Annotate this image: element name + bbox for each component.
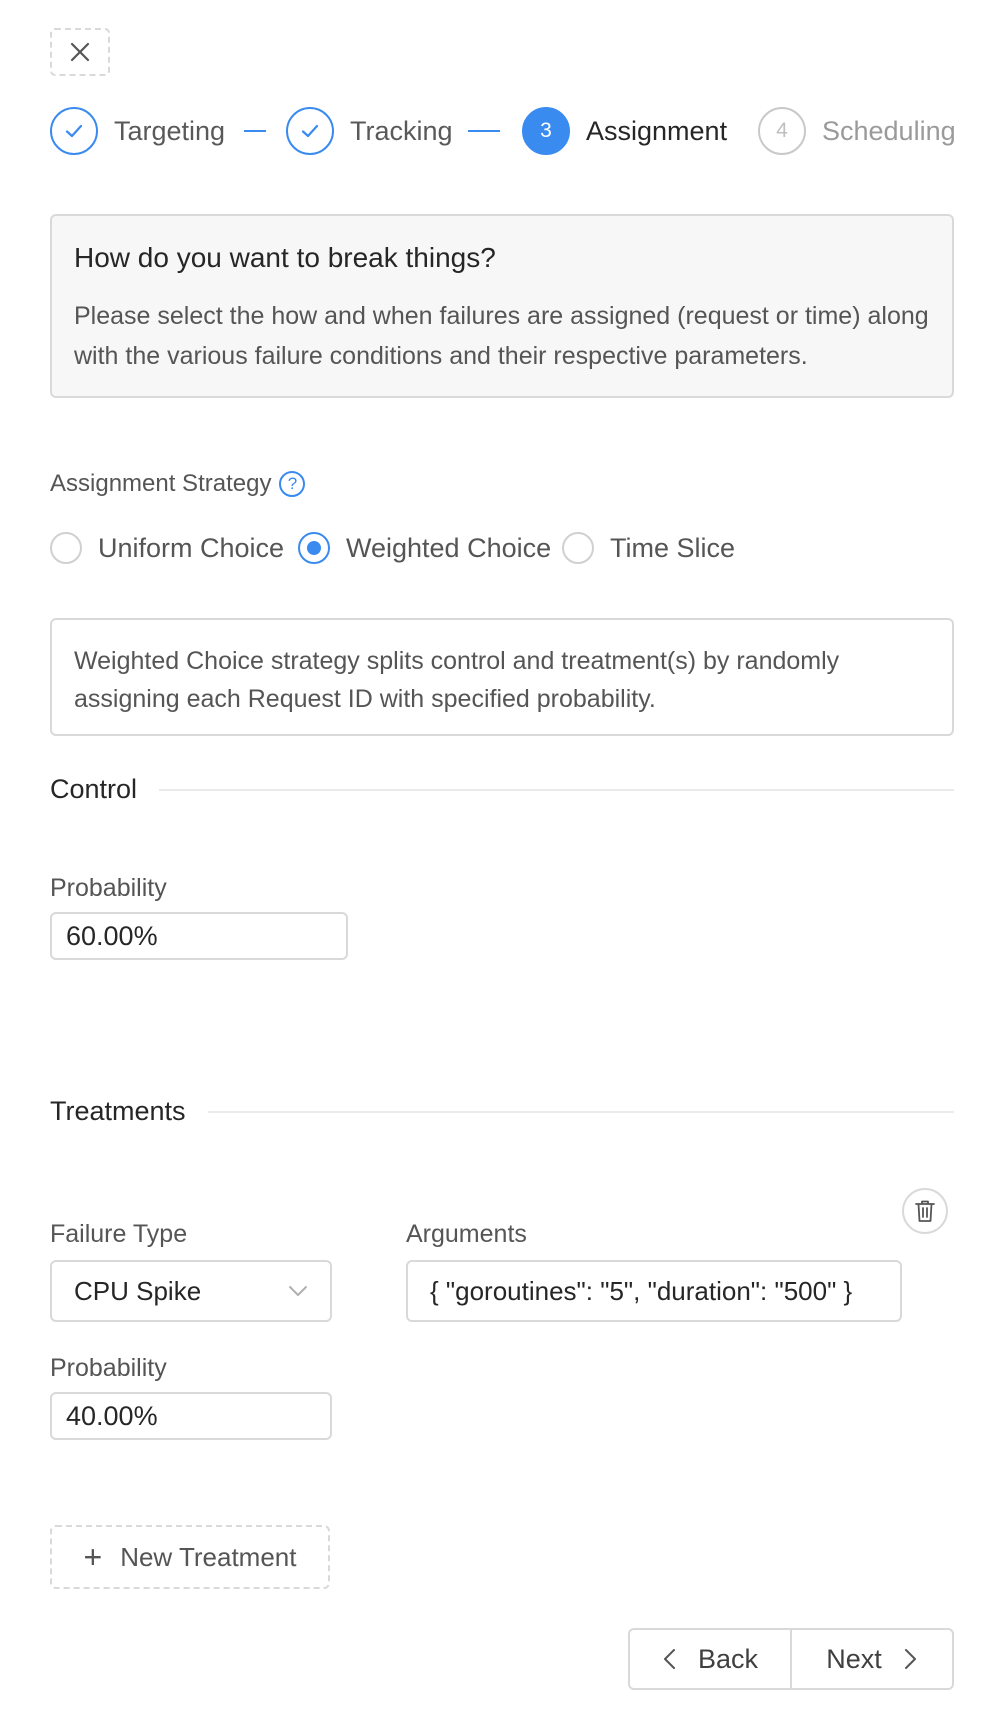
steps-progress: Targeting Tracking 3 Assignment 4 Schedu… [50,106,956,156]
treatments-heading: Treatments [50,1096,954,1127]
radio-button[interactable] [562,532,594,564]
arguments-label: Arguments [406,1220,527,1248]
divider [207,1110,954,1113]
failure-type-value: CPU Spike [74,1275,202,1306]
close-icon [70,42,90,62]
control-probability-input[interactable] [50,912,348,960]
intro-text: Please select the how and when failures … [74,302,929,370]
trash-icon [915,1200,935,1222]
radio-label: Time Slice [610,532,736,563]
radio-button[interactable] [298,532,330,564]
step-title: Scheduling [822,115,956,146]
step-tracking[interactable]: Tracking [286,106,453,156]
assignment-strategy-label: Assignment Strategy ? [50,470,306,498]
step-number: 4 [758,107,806,155]
step-title: Targeting [114,115,226,146]
strategy-label-text: Assignment Strategy [50,470,272,497]
radio-weighted-choice[interactable]: Weighted Choice [298,528,551,568]
radio-button[interactable] [50,532,82,564]
new-treatment-button[interactable]: + New Treatment [50,1525,330,1589]
intro-title: How do you want to break things? [74,242,496,273]
check-icon [286,107,334,155]
failure-type-select[interactable]: CPU Spike [50,1260,332,1322]
check-icon [50,107,98,155]
back-button[interactable]: Back [630,1630,790,1688]
next-label: Next [826,1643,882,1674]
control-probability-label: Probability [50,874,167,902]
divider [159,788,954,791]
step-title: Tracking [350,115,453,146]
treatment-probability-label: Probability [50,1354,167,1382]
chevron-left-icon [663,1649,675,1669]
failure-type-label: Failure Type [50,1220,188,1248]
chevron-down-icon [289,1286,307,1296]
step-connector [244,130,266,132]
step-connector [468,130,500,132]
radio-time-slice[interactable]: Time Slice [562,528,735,568]
next-button[interactable]: Next [790,1630,952,1688]
radio-label: Uniform Choice [98,532,285,563]
control-heading-text: Control [50,774,138,804]
intro-box: How do you want to break things? Please … [50,214,954,398]
new-treatment-label: New Treatment [120,1541,297,1572]
step-navigation: Back Next [628,1628,954,1690]
plus-icon: + [83,1539,103,1575]
step-title: Assignment [586,115,728,146]
radio-uniform-choice[interactable]: Uniform Choice [50,528,284,568]
help-icon[interactable]: ? [279,471,306,497]
step-targeting[interactable]: Targeting [50,106,225,156]
close-button[interactable] [50,28,110,76]
step-scheduling[interactable]: 4 Scheduling [758,106,956,156]
arguments-input[interactable] [406,1260,902,1322]
chevron-right-icon [904,1649,916,1669]
step-number: 3 [522,107,570,155]
delete-treatment-button[interactable] [902,1188,948,1234]
step-assignment: 3 Assignment [522,106,727,156]
treatment-probability-input[interactable] [50,1392,332,1440]
radio-label: Weighted Choice [346,532,552,563]
treatments-heading-text: Treatments [50,1096,186,1126]
strategy-description: Weighted Choice strategy splits control … [50,618,954,736]
back-label: Back [697,1643,759,1674]
control-heading: Control [50,774,954,805]
